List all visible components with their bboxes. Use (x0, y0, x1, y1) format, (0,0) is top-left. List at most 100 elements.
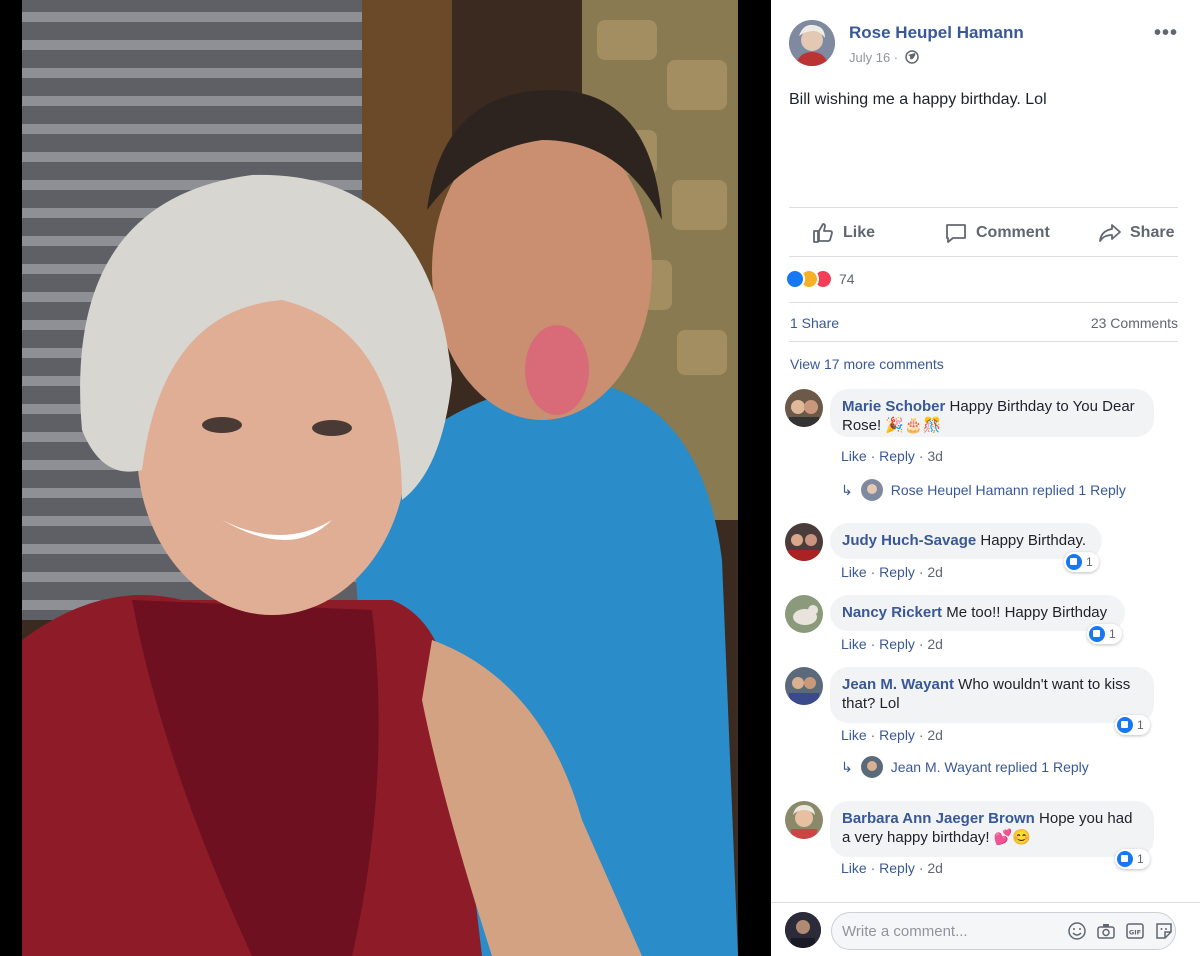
comment-bubble: Nancy Rickert Me too!! Happy Birthday (830, 595, 1125, 631)
comment-reply-link[interactable]: Reply (879, 727, 915, 743)
replier-avatar (860, 479, 883, 501)
like-count: 1 (1086, 555, 1093, 569)
replier-text: Jean M. Wayant replied (890, 759, 1038, 775)
comment-like-link[interactable]: Like (841, 448, 867, 464)
comment-time[interactable]: 3d (927, 448, 943, 464)
facebook-photo-viewer: Rose Heupel Hamann July 16 · ••• Bill wi… (0, 0, 1200, 956)
meta-separator: · (914, 636, 928, 652)
like-count: 1 (1109, 627, 1116, 641)
thumbs-up-icon (813, 223, 833, 243)
comment-like-link[interactable]: Like (841, 636, 867, 652)
reply-arrow-icon: ↳ (841, 758, 853, 775)
like-badge-icon (1089, 626, 1105, 642)
replier-avatar (860, 756, 883, 778)
meta-separator: · (866, 448, 880, 464)
comment-text-line2: Rose! 🎉🎂🎊 (842, 417, 942, 434)
comment-reply-link[interactable]: Reply (879, 564, 915, 580)
meta-separator: · (914, 564, 928, 580)
post-header: Rose Heupel Hamann July 16 · ••• (789, 20, 1184, 70)
like-badge-icon (1117, 851, 1133, 867)
like-badge-icon (1117, 717, 1133, 733)
replies-link[interactable]: ↳ Jean M. Wayant replied 1 Reply (841, 756, 1089, 778)
post-side-panel: Rose Heupel Hamann July 16 · ••• Bill wi… (771, 0, 1200, 956)
comment-reply-link[interactable]: Reply (879, 860, 915, 876)
reply-count: 1 Reply (1078, 482, 1126, 498)
post-date[interactable]: July 16 · (849, 50, 898, 65)
meta-separator: · (914, 860, 928, 876)
commenter-avatar[interactable] (785, 523, 823, 561)
sticker-icon[interactable] (1154, 921, 1174, 941)
like-count: 1 (1137, 718, 1144, 732)
comment-like-count[interactable]: 1 (1087, 624, 1122, 644)
replies-link[interactable]: ↳ Rose Heupel Hamann replied 1 Reply (841, 479, 1126, 501)
emoji-icon[interactable] (1067, 921, 1087, 941)
share-count-link[interactable]: 1 Share (790, 315, 839, 331)
meta-separator: · (866, 727, 880, 743)
commenter-avatar[interactable] (785, 667, 823, 705)
comment-text: Who wouldn't want to kiss (958, 676, 1131, 693)
comment-meta: Like · Reply · 2d (841, 727, 943, 743)
like-badge-icon (1066, 554, 1082, 570)
comment-text-line2: a very happy birthday! 💕😊 (842, 829, 1032, 846)
reply-arrow-icon: ↳ (841, 481, 853, 498)
globe-icon (905, 50, 919, 64)
comment-like-link[interactable]: Like (841, 727, 867, 743)
post-photo[interactable] (22, 0, 738, 956)
comment-like-count[interactable]: 1 (1115, 849, 1150, 869)
commenter-name[interactable]: Marie Schober (842, 398, 945, 415)
comment-count-link[interactable]: 23 Comments (1091, 315, 1178, 331)
author-name[interactable]: Rose Heupel Hamann (849, 23, 1024, 43)
comment-like-count[interactable]: 1 (1064, 552, 1099, 572)
comment-bubble: Barbara Ann Jaeger Brown Hope you had a … (830, 801, 1154, 857)
like-button[interactable]: Like (811, 220, 875, 246)
comment-bubble-icon (946, 224, 966, 243)
view-more-comments-link[interactable]: View 17 more comments (790, 356, 944, 372)
author-avatar[interactable] (789, 20, 835, 66)
comment-like-link[interactable]: Like (841, 860, 867, 876)
comment-composer: GIF (771, 902, 1200, 956)
black-gutter (0, 0, 22, 956)
comment-reply-link[interactable]: Reply (879, 448, 915, 464)
comment-bubble: Judy Huch-Savage Happy Birthday. (830, 523, 1102, 559)
comment-text: Happy Birthday. (980, 532, 1086, 549)
comment-button[interactable]: Comment (944, 220, 1050, 246)
post-stats: 1 Share 23 Comments (789, 302, 1178, 342)
share-button[interactable]: Share (1098, 220, 1174, 246)
commenter-name[interactable]: Jean M. Wayant (842, 676, 954, 693)
commenter-name[interactable]: Judy Huch-Savage (842, 532, 976, 549)
reaction-count: 74 (839, 271, 855, 287)
comment-label: Comment (976, 224, 1050, 241)
comment-text: Hope you had (1039, 810, 1133, 827)
commenter-name[interactable]: Barbara Ann Jaeger Brown (842, 810, 1035, 827)
meta-separator: · (914, 727, 928, 743)
gif-icon[interactable]: GIF (1125, 921, 1145, 941)
commenter-avatar[interactable] (785, 595, 823, 633)
selfie-image (22, 0, 738, 956)
comment-reply-link[interactable]: Reply (879, 636, 915, 652)
commenter-avatar[interactable] (785, 801, 823, 839)
like-count: 1 (1137, 852, 1144, 866)
svg-text:GIF: GIF (1129, 929, 1141, 937)
share-label: Share (1130, 224, 1175, 241)
composer-icons: GIF (1067, 921, 1174, 941)
share-arrow-icon (1099, 224, 1121, 242)
commenter-avatar[interactable] (785, 389, 823, 427)
reactions-summary[interactable]: 74 (785, 267, 855, 291)
comment-time[interactable]: 2d (927, 636, 943, 652)
comment-like-count[interactable]: 1 (1115, 715, 1150, 735)
meta-separator: · (914, 448, 928, 464)
comment-text: Happy Birthday to You Dear (949, 398, 1135, 415)
reply-count: 1 Reply (1041, 759, 1089, 775)
camera-icon[interactable] (1096, 921, 1116, 941)
comment-time[interactable]: 2d (927, 564, 943, 580)
more-options-icon[interactable]: ••• (1154, 22, 1178, 45)
commenter-name[interactable]: Nancy Rickert (842, 604, 942, 621)
comment-time[interactable]: 2d (927, 727, 943, 743)
comment-time[interactable]: 2d (927, 860, 943, 876)
meta-separator: · (866, 636, 880, 652)
black-gutter (738, 0, 771, 956)
comment-like-link[interactable]: Like (841, 564, 867, 580)
like-label: Like (843, 224, 876, 241)
comment-text: Me too!! Happy Birthday (946, 604, 1108, 621)
comment-meta: Like · Reply · 2d (841, 564, 943, 580)
